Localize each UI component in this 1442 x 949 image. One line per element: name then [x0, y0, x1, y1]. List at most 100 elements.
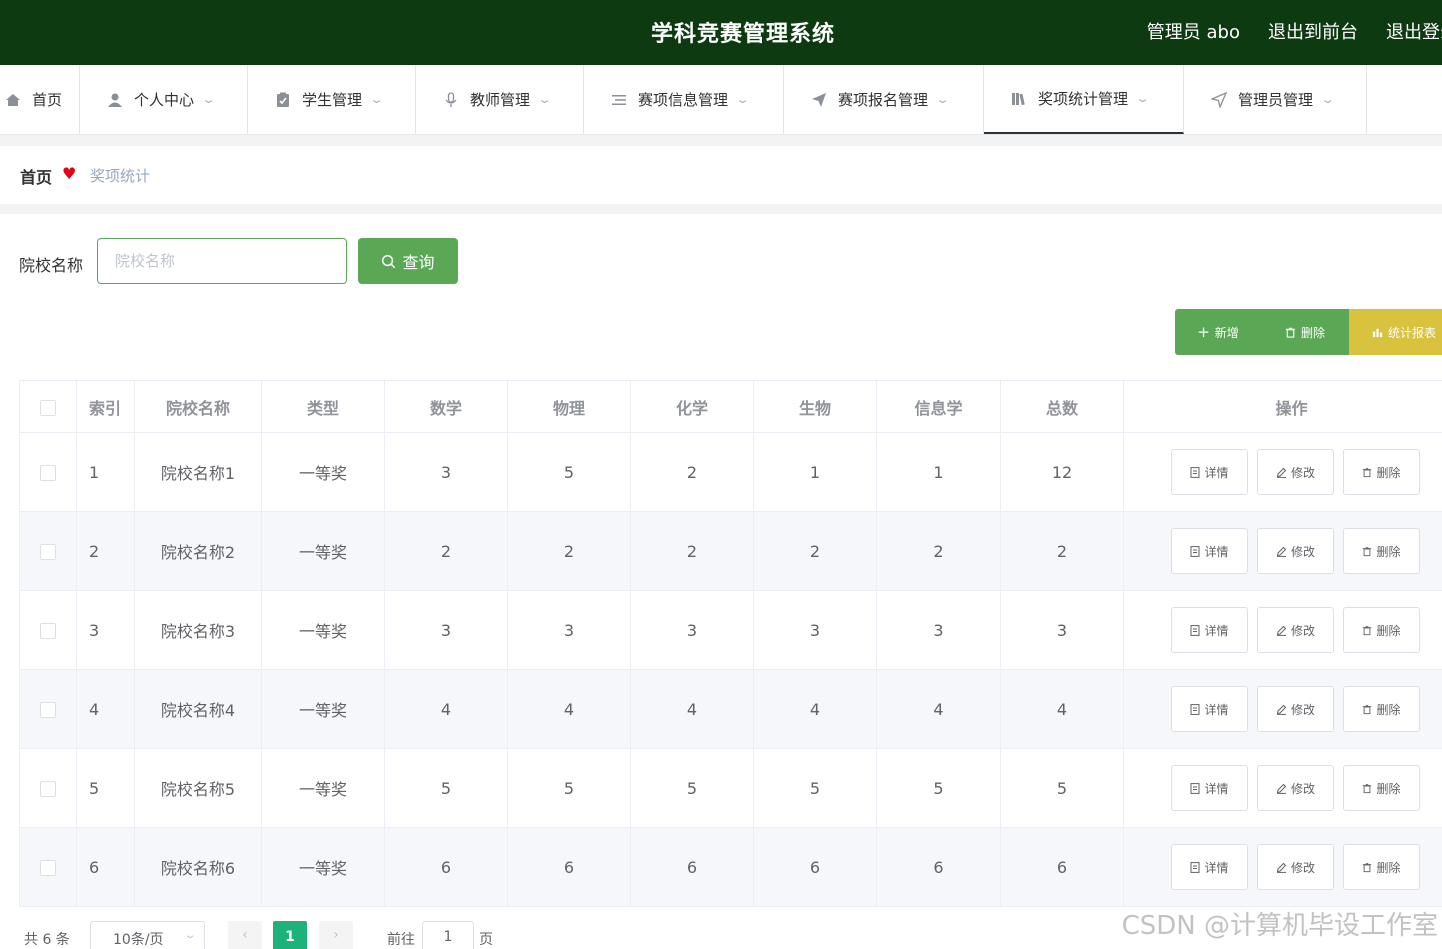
edit-button[interactable]: 修改: [1257, 686, 1334, 732]
math-cell: 3: [384, 432, 508, 512]
bar-chart-icon: [1372, 328, 1383, 337]
row-actions-cell: 详情 修改 删除: [1123, 669, 1442, 749]
breadcrumb-home[interactable]: 首页: [20, 164, 52, 188]
chemistry-cell: 2: [630, 511, 754, 591]
edit-button[interactable]: 修改: [1257, 528, 1334, 574]
chemistry-cell: 2: [630, 432, 754, 512]
row-select-cell: [19, 590, 77, 670]
heart-icon: ♥: [62, 164, 77, 183]
document-icon: [1190, 782, 1200, 794]
math-cell: 3: [384, 590, 508, 670]
plus-icon: +: [1197, 323, 1210, 341]
edit-icon: [1276, 862, 1287, 873]
informatics-cell: 5: [876, 748, 1001, 828]
table-row: 4 院校名称4 一等奖 4 4 4 4 4 4 详情 修改 删除: [19, 669, 1442, 749]
physics-cell: 5: [507, 748, 631, 828]
logout-link[interactable]: 退出登录: [1386, 18, 1442, 44]
delete-button[interactable]: 删除: [1343, 765, 1420, 811]
trash-icon: [1363, 467, 1372, 477]
chemistry-cell: 6: [630, 827, 754, 907]
informatics-cell: 3: [876, 590, 1001, 670]
detail-button[interactable]: 详情: [1171, 765, 1248, 811]
books-icon: [1010, 90, 1028, 108]
biology-cell: 1: [753, 432, 877, 512]
row-checkbox[interactable]: [40, 781, 56, 797]
batch-delete-button[interactable]: 删除: [1261, 309, 1349, 355]
chemistry-cell: 4: [630, 669, 754, 749]
table-row: 2 院校名称2 一等奖 2 2 2 2 2 2 详情 修改 删除: [19, 511, 1442, 591]
school-name-cell: 院校名称3: [134, 590, 262, 670]
document-icon: [1190, 624, 1200, 636]
edit-button[interactable]: 修改: [1257, 607, 1334, 653]
delete-button[interactable]: 删除: [1343, 449, 1420, 495]
table-row: 6 院校名称6 一等奖 6 6 6 6 6 6 详情 修改 删除: [19, 827, 1442, 907]
biology-cell: 3: [753, 590, 877, 670]
edit-button[interactable]: 修改: [1257, 449, 1334, 495]
detail-button[interactable]: 详情: [1171, 449, 1248, 495]
select-all-checkbox[interactable]: [40, 399, 56, 416]
detail-button[interactable]: 详情: [1171, 607, 1248, 653]
nav-item-award-statistics-management[interactable]: 奖项统计管理 ⌄: [984, 65, 1184, 134]
goto-page-input[interactable]: [422, 921, 474, 949]
prev-page-button[interactable]: ‹: [228, 921, 262, 949]
index-cell: 6: [76, 827, 135, 907]
edit-icon: [1276, 625, 1287, 636]
delete-button[interactable]: 删除: [1343, 844, 1420, 890]
page-size-select[interactable]: 10条/页 ⌄: [90, 921, 205, 949]
total-count: 共 6 条: [24, 932, 70, 948]
row-checkbox[interactable]: [40, 465, 56, 481]
row-checkbox[interactable]: [40, 623, 56, 639]
add-button[interactable]: + 新增: [1175, 309, 1261, 355]
row-checkbox[interactable]: [40, 702, 56, 718]
delete-button[interactable]: 删除: [1343, 607, 1420, 653]
informatics-cell: 2: [876, 511, 1001, 591]
index-cell: 1: [76, 432, 135, 512]
index-cell: 2: [76, 511, 135, 591]
goto-suffix: 页: [479, 932, 493, 948]
nav-item-personal-center[interactable]: 个人中心 ⌄: [80, 65, 248, 134]
nav-item-teacher-management[interactable]: 教师管理 ⌄: [416, 65, 584, 134]
school-name-cell: 院校名称2: [134, 511, 262, 591]
chevron-down-icon: ⌄: [201, 93, 216, 106]
chevron-down-icon: ⌄: [935, 93, 950, 106]
search-icon: [382, 254, 396, 268]
row-actions-cell: 详情 修改 删除: [1123, 432, 1442, 512]
statistics-report-button[interactable]: 统计报表: [1349, 309, 1442, 355]
table-row: 5 院校名称5 一等奖 5 5 5 5 5 5 详情 修改 删除: [19, 748, 1442, 828]
column-header: 生物: [753, 380, 877, 433]
column-header: 数学: [384, 380, 508, 433]
column-header: 索引: [76, 380, 135, 433]
edit-icon: [1276, 546, 1287, 557]
search-button-label: 查询: [402, 253, 435, 272]
school-name-search-input[interactable]: [97, 238, 347, 284]
list-icon: [610, 91, 628, 109]
nav-item-home[interactable]: 首页: [0, 65, 80, 134]
main-nav: 首页 个人中心 ⌄ 学生管理 ⌄ 教师管理 ⌄ 赛项信息管理 ⌄ 赛项报名管理 …: [0, 65, 1442, 135]
delete-button[interactable]: 删除: [1343, 686, 1420, 732]
page-number-current[interactable]: 1: [273, 921, 307, 949]
detail-button[interactable]: 详情: [1171, 686, 1248, 732]
award-statistics-table: 索引 院校名称 类型 数学 物理 化学 生物 信息学 总数 操作 1 院校名称1 一…: [19, 380, 1442, 907]
total-cell: 5: [1000, 748, 1124, 828]
delete-button-label: 删除: [1376, 623, 1401, 638]
biology-cell: 5: [753, 748, 877, 828]
edit-button-label: 修改: [1290, 860, 1315, 875]
edit-button-label: 修改: [1290, 544, 1315, 559]
detail-button[interactable]: 详情: [1171, 528, 1248, 574]
detail-button[interactable]: 详情: [1171, 844, 1248, 890]
school-name-label: 院校名称: [19, 256, 84, 275]
row-checkbox[interactable]: [40, 544, 56, 560]
search-button[interactable]: 查询: [358, 238, 458, 284]
nav-item-admin-management[interactable]: 管理员管理 ⌄: [1184, 65, 1367, 134]
table-row: 3 院校名称3 一等奖 3 3 3 3 3 3 详情 修改 删除: [19, 590, 1442, 670]
back-to-front-link[interactable]: 退出到前台: [1268, 18, 1358, 44]
award-type-cell: 一等奖: [261, 748, 385, 828]
edit-button[interactable]: 修改: [1257, 844, 1334, 890]
edit-button[interactable]: 修改: [1257, 765, 1334, 811]
nav-item-student-management[interactable]: 学生管理 ⌄: [248, 65, 416, 134]
row-checkbox[interactable]: [40, 860, 56, 876]
next-page-button[interactable]: ›: [319, 921, 353, 949]
delete-button[interactable]: 删除: [1343, 528, 1420, 574]
nav-item-event-registration-management[interactable]: 赛项报名管理 ⌄: [784, 65, 984, 134]
nav-item-event-info-management[interactable]: 赛项信息管理 ⌄: [584, 65, 784, 134]
